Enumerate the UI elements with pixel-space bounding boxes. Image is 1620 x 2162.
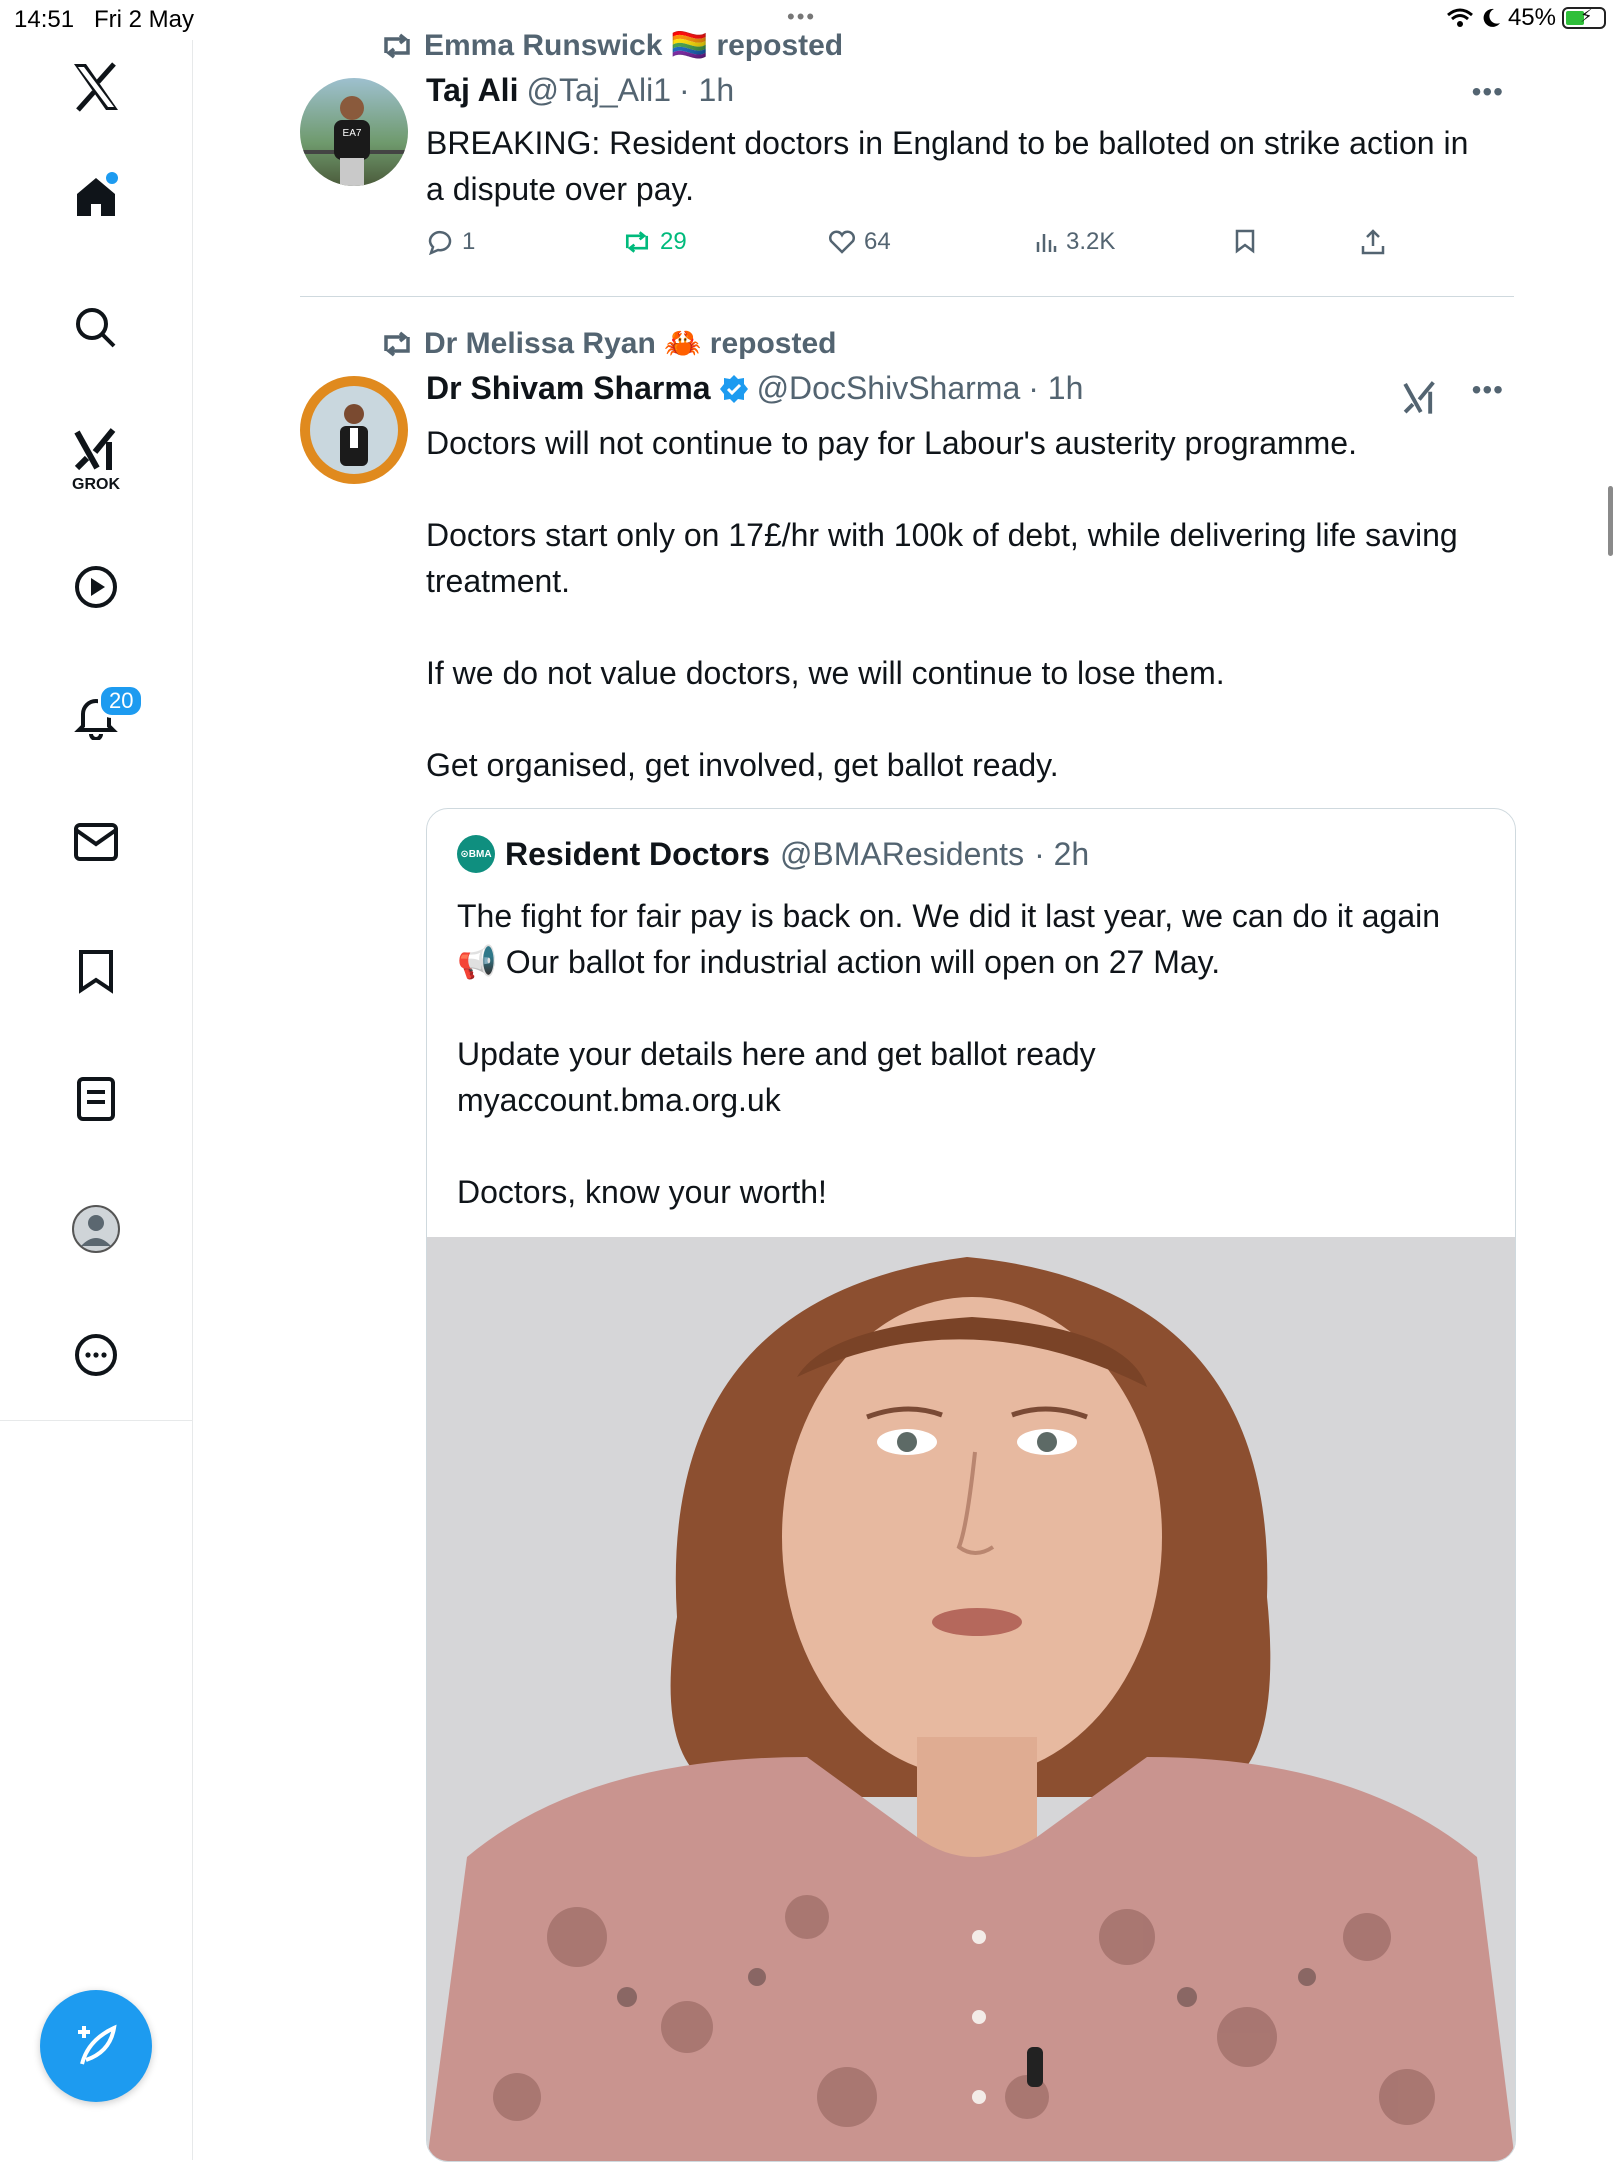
x-logo-icon[interactable] [0, 62, 192, 112]
profile-avatar-icon [72, 1205, 120, 1253]
grok-label: GROK [72, 476, 120, 493]
quoted-post[interactable]: ⊙BMA Resident Doctors @BMAResidents · 2h… [426, 808, 1516, 2162]
post-header: Taj Ali @Taj_Ali1 · 1h [426, 72, 734, 109]
repost-icon [384, 33, 410, 58]
nav-search[interactable] [0, 306, 192, 350]
nav-lists[interactable] [0, 1076, 192, 1122]
nav-grok[interactable] [0, 428, 192, 472]
repost-count: 29 [660, 228, 687, 255]
post-text: Doctors will not continue to pay for Lab… [426, 425, 1458, 783]
reply-count: 1 [462, 228, 476, 255]
grok-icon [74, 428, 116, 471]
compose-feather-icon [78, 2024, 117, 2065]
nav-video[interactable] [0, 564, 192, 610]
bma-logo-icon: ⊙BMA [457, 835, 495, 873]
views-count: 3.2K [1066, 228, 1116, 255]
notifications-badge: 20 [98, 684, 145, 718]
more-circle-icon [75, 1334, 117, 1376]
quote-text: The fight for fair pay is back on. We di… [457, 898, 1441, 1210]
more-options-icon[interactable]: ••• [1472, 374, 1504, 406]
nav-home[interactable] [0, 174, 192, 220]
repost-button[interactable]: 29 [622, 228, 687, 256]
nav-bookmarks[interactable] [0, 948, 192, 994]
grok-explain-icon[interactable] [1402, 380, 1438, 416]
post-text: BREAKING: Resident doctors in England to… [426, 125, 1469, 207]
status-time: 14:51 [14, 6, 75, 33]
author-handle[interactable]: @Taj_Ali1 [526, 72, 671, 109]
repost-label: Dr Melissa Ryan 🦀 reposted [424, 327, 837, 360]
reply-icon [428, 230, 452, 255]
share-button[interactable] [1360, 228, 1386, 256]
quote-author-name[interactable]: Resident Doctors [505, 836, 770, 873]
video-frame-image [427, 1237, 1515, 2161]
compose-button[interactable] [40, 1990, 152, 2102]
battery-icon: ⚡ [1562, 6, 1606, 29]
repost-line: Emma Runswick 🏳️‍🌈 reposted [380, 28, 843, 63]
search-icon [76, 308, 116, 348]
list-icon [77, 1077, 115, 1121]
quote-header: ⊙BMA Resident Doctors @BMAResidents · 2h [457, 835, 1089, 873]
repost-line: Dr Melissa Ryan 🦀 reposted [380, 326, 837, 361]
repost-icon [384, 331, 410, 356]
avatar[interactable]: EA7 [300, 78, 408, 186]
bookmark-icon [79, 950, 113, 994]
nav-more[interactable] [0, 1332, 192, 1378]
avatar[interactable] [300, 376, 408, 484]
more-options-icon[interactable]: ••• [1472, 76, 1504, 108]
post-time[interactable]: · 1h [1028, 370, 1083, 407]
verified-badge-icon [719, 374, 748, 403]
nav-profile[interactable] [0, 1204, 192, 1254]
nav-messages[interactable] [0, 822, 192, 862]
views-chart-icon [1036, 234, 1057, 252]
status-date: Fri 2 May [94, 6, 195, 33]
post-header: Dr Shivam Sharma @DocShivSharma · 1h [426, 370, 1083, 407]
repost-label: Emma Runswick 🏳️‍🌈 reposted [424, 29, 844, 62]
post-time[interactable]: · 1h [679, 72, 734, 109]
author-name[interactable]: Taj Ali [426, 72, 518, 109]
battery-percent: 45% [1507, 4, 1556, 31]
quote-time[interactable]: · 2h [1034, 836, 1089, 873]
quote-author-handle[interactable]: @BMAResidents [780, 836, 1024, 873]
play-icon [75, 566, 117, 608]
like-count: 64 [864, 228, 891, 255]
sidebar-divider [0, 1420, 192, 1421]
author-name[interactable]: Dr Shivam Sharma [426, 370, 711, 407]
share-icon [1361, 229, 1385, 255]
post-divider [300, 296, 1514, 297]
bookmark-icon [1235, 229, 1255, 254]
quote-video[interactable] [427, 1237, 1515, 2161]
repost-icon [625, 231, 649, 253]
heart-icon [829, 230, 855, 254]
svg-text:EA7: EA7 [343, 128, 362, 139]
scrollbar[interactable] [1608, 486, 1613, 556]
author-handle[interactable]: @DocShivSharma [757, 370, 1021, 407]
views-button[interactable]: 3.2K [1034, 228, 1115, 256]
sidebar: GROK 20 [0, 40, 193, 2160]
bookmark-button[interactable] [1234, 228, 1256, 254]
post-actions: 1 29 64 3.2K [426, 228, 1426, 268]
post-taj-ali[interactable]: Emma Runswick 🏳️‍🌈 reposted EA7 Taj Ali … [300, 0, 1514, 300]
nav-notifications[interactable] [0, 694, 192, 740]
reply-button[interactable]: 1 [426, 228, 475, 256]
like-button[interactable]: 64 [828, 228, 891, 256]
home-new-dot [106, 172, 118, 184]
mail-icon [74, 823, 118, 861]
